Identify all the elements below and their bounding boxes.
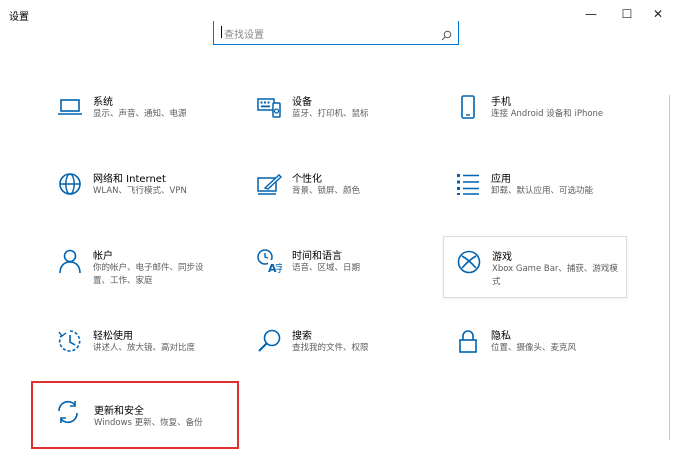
tile-gaming[interactable]: 游戏 Xbox Game Bar、捕获、游戏模式 <box>443 236 627 298</box>
tile-description: 讲述人、放大镜、高对比度 <box>93 343 196 353</box>
svg-text:字: 字 <box>275 262 282 274</box>
tile-update-security[interactable]: 更新和安全 Windows 更新、恢复、备份 <box>31 381 239 449</box>
time-language-icon: A字 <box>256 248 282 274</box>
tile-name: 帐户 <box>93 251 113 262</box>
phone-icon <box>455 94 481 120</box>
search-placeholder: 查找设置 <box>224 30 264 41</box>
tile-name: 游戏 <box>492 252 512 263</box>
tile-description: WLAN、飞行模式、VPN <box>93 186 187 196</box>
window-title: 设置 <box>9 12 29 23</box>
search-input[interactable]: 查找设置 <box>213 21 459 45</box>
keyboard-icon <box>256 94 282 120</box>
tile-apps[interactable]: 应用 卸载、默认应用、可选功能 <box>443 159 633 219</box>
tile-personalization[interactable]: 个性化 背景、锁屏、颜色 <box>244 159 424 219</box>
tile-search[interactable]: 搜索 查找我的文件、权限 <box>244 316 424 376</box>
tile-devices[interactable]: 设备 蓝牙、打印机、鼠标 <box>244 82 424 142</box>
minimize-button[interactable]: — <box>573 2 609 26</box>
tile-name: 手机 <box>491 97 511 108</box>
tile-name: 网络和 Internet <box>93 174 166 185</box>
text-caret <box>221 26 222 38</box>
laptop-icon <box>57 94 83 120</box>
tile-description: 语音、区域、日期 <box>292 263 361 273</box>
scrollbar[interactable] <box>669 95 670 440</box>
tile-name: 系统 <box>93 97 113 108</box>
tile-name: 个性化 <box>292 174 322 185</box>
tile-time-language[interactable]: A字 时间和语言 语音、区域、日期 <box>244 236 424 302</box>
tile-system[interactable]: 系统 显示、声音、通知、电源 <box>45 82 225 142</box>
tile-name: 隐私 <box>491 331 511 342</box>
tile-description: 卸载、默认应用、可选功能 <box>491 186 594 196</box>
tile-name: 时间和语言 <box>292 251 342 262</box>
tile-description: 显示、声音、通知、电源 <box>93 109 187 119</box>
tile-description: 连接 Android 设备和 iPhone <box>491 109 604 119</box>
tile-ease-of-access[interactable]: 轻松使用 讲述人、放大镜、高对比度 <box>45 316 225 376</box>
tile-privacy[interactable]: 隐私 位置、摄像头、麦克风 <box>443 316 633 376</box>
tile-description: Xbox Game Bar、捕获、游戏模式 <box>492 264 618 287</box>
tile-name: 轻松使用 <box>93 331 133 342</box>
tile-name: 搜索 <box>292 331 312 342</box>
tile-description: 你的帐户、电子邮件、同步设置、工作、家庭 <box>93 263 204 286</box>
tile-name: 更新和安全 <box>94 406 144 417</box>
tile-name: 设备 <box>292 97 312 108</box>
sync-icon <box>55 399 81 425</box>
tile-network[interactable]: 网络和 Internet WLAN、飞行模式、VPN <box>45 159 225 219</box>
paint-brush-icon <box>256 171 282 197</box>
tile-description: 位置、摄像头、麦克风 <box>491 343 577 353</box>
tile-description: 背景、锁屏、颜色 <box>292 186 361 196</box>
close-button[interactable]: ✕ <box>640 2 674 26</box>
xbox-icon <box>456 249 482 275</box>
ease-of-access-icon <box>57 328 83 354</box>
person-icon <box>57 248 83 274</box>
tile-phone[interactable]: 手机 连接 Android 设备和 iPhone <box>443 82 633 142</box>
lock-icon <box>455 328 481 354</box>
search-icon <box>256 328 282 354</box>
app-list-icon <box>455 171 481 197</box>
tile-description: 蓝牙、打印机、鼠标 <box>292 109 369 119</box>
tile-description: 查找我的文件、权限 <box>292 343 369 353</box>
globe-icon <box>57 171 83 197</box>
tile-description: Windows 更新、恢复、备份 <box>94 418 203 428</box>
tile-name: 应用 <box>491 174 511 185</box>
search-icon[interactable] <box>441 26 452 45</box>
tile-accounts[interactable]: 帐户 你的帐户、电子邮件、同步设置、工作、家庭 <box>45 236 225 302</box>
